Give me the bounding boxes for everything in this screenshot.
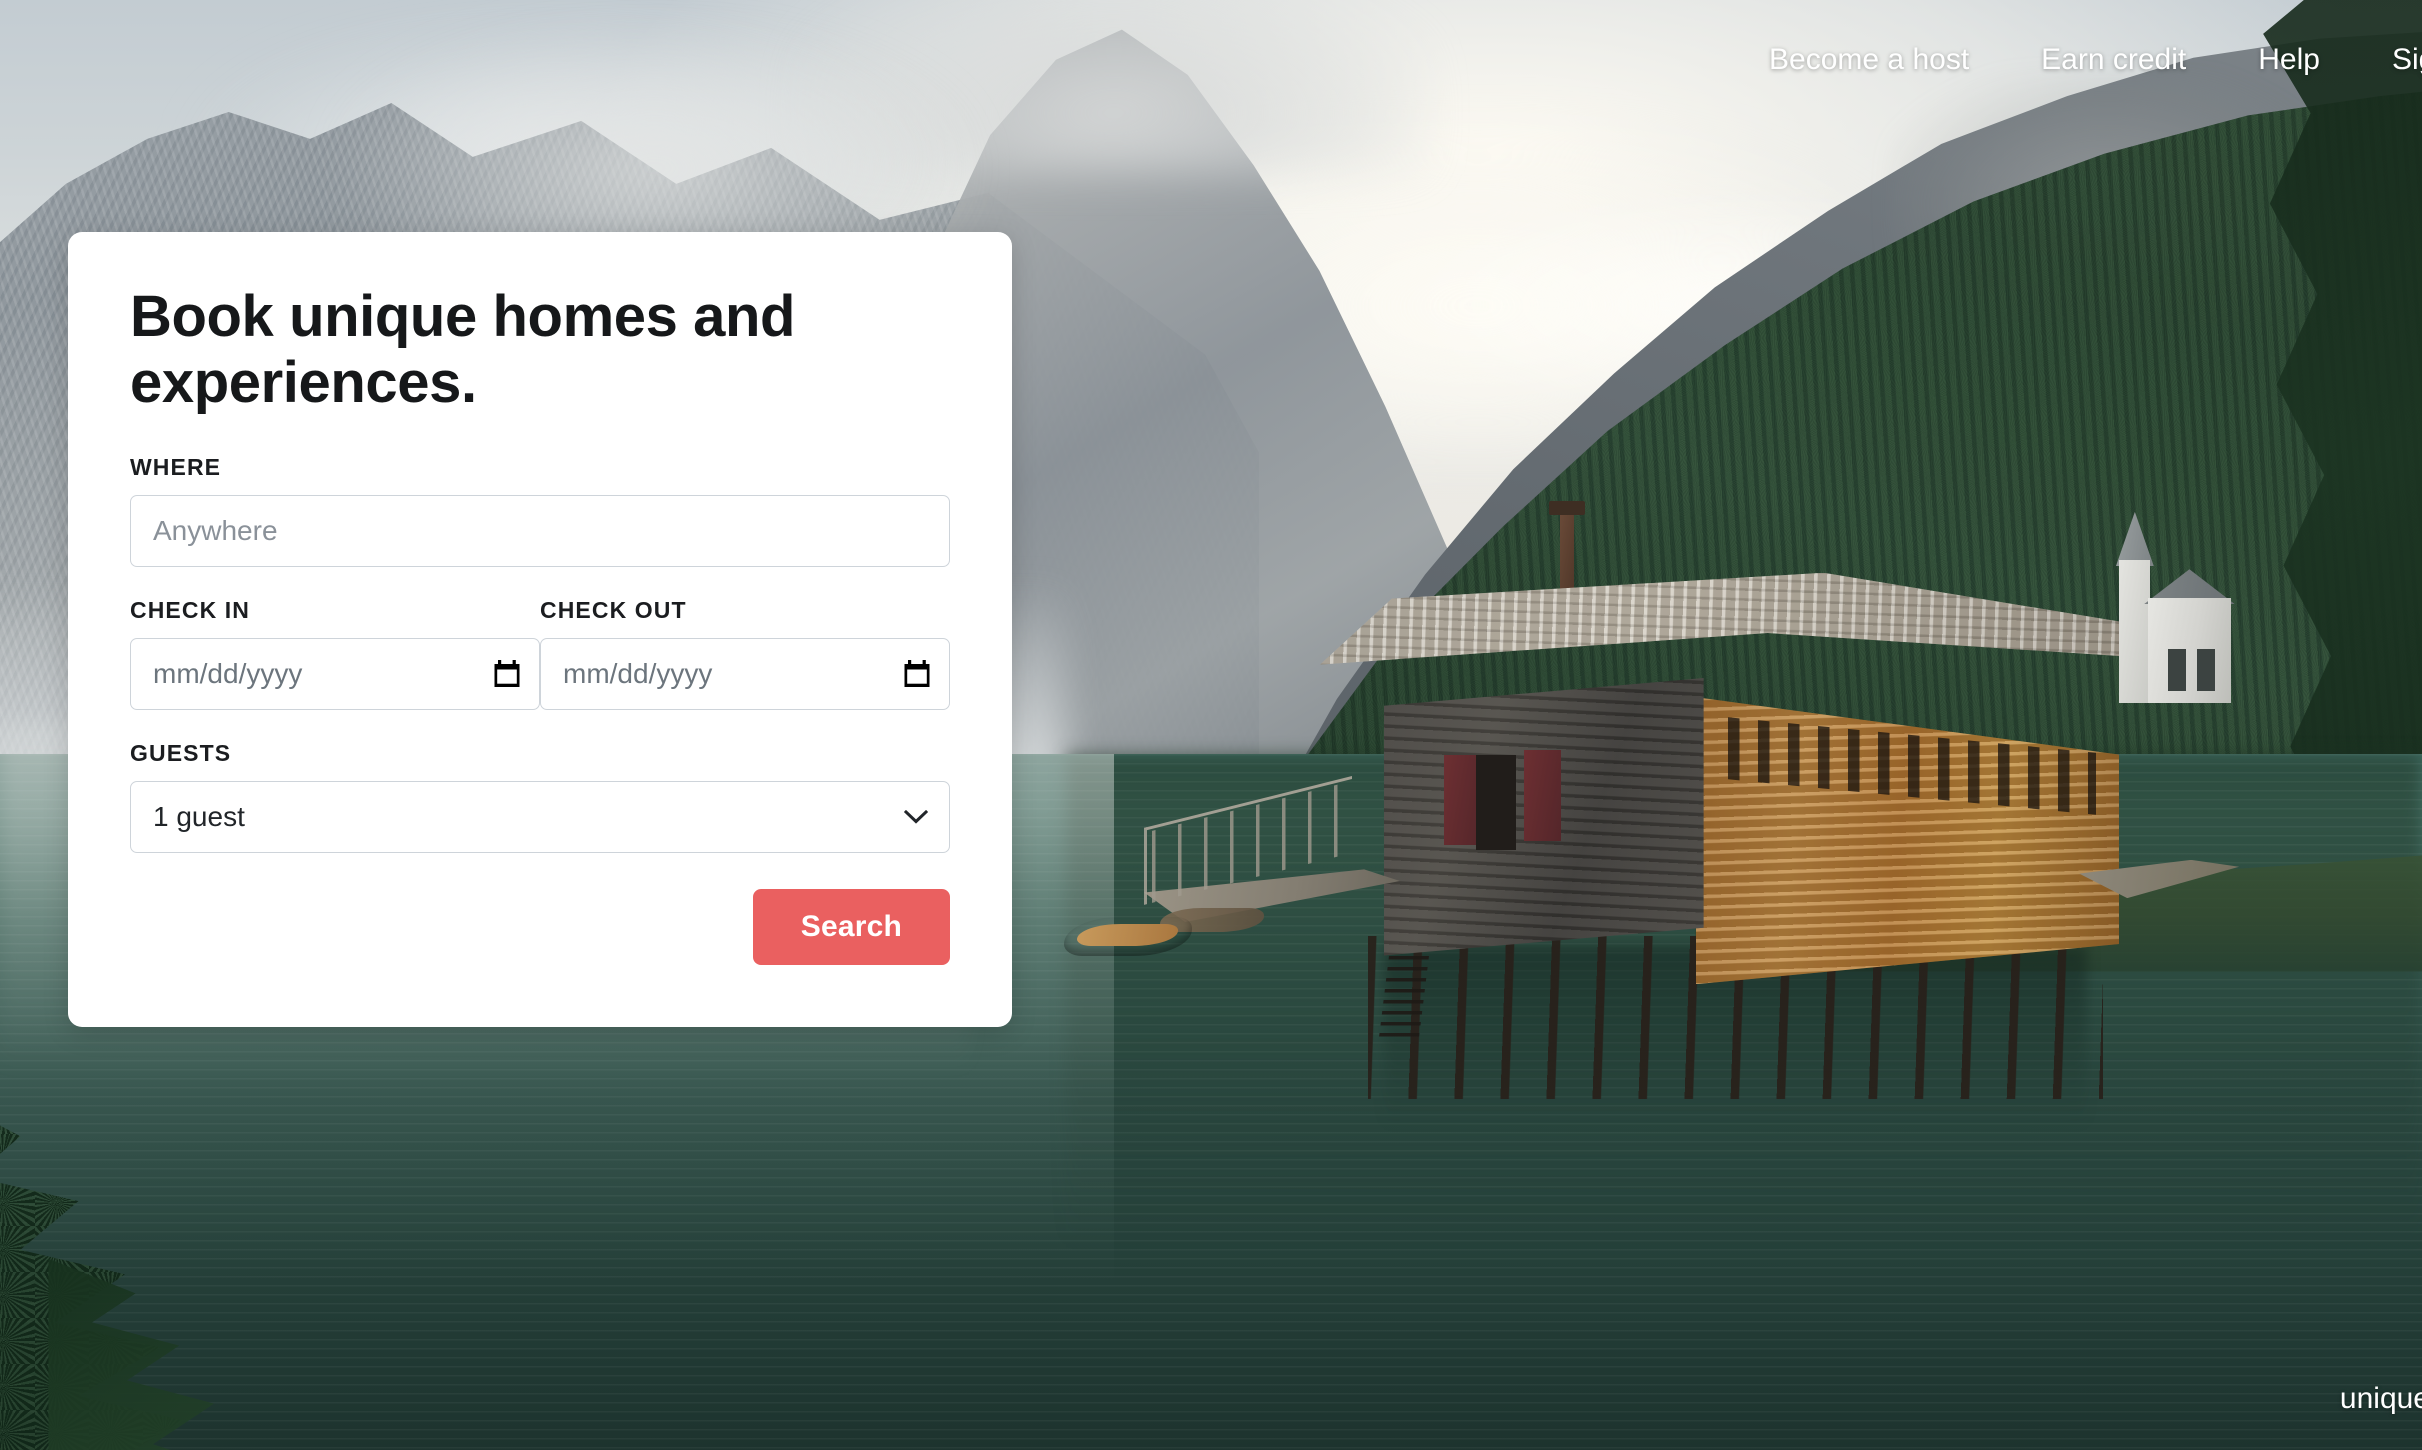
page-root: Become a host Earn credit Help Sign Book… xyxy=(0,0,2422,1450)
boathouse-window-dark xyxy=(1475,754,1516,851)
page-title: Book unique homes and experiences. xyxy=(130,284,796,416)
chapel-window xyxy=(2197,649,2216,691)
boathouse-shutter xyxy=(1523,749,1561,841)
boathouse xyxy=(1077,500,2240,1128)
check-in-group: CHECK IN mm/dd/yyyy xyxy=(130,597,540,711)
where-field-group: WHERE xyxy=(130,454,950,568)
nav-links: Become a host Earn credit Help Sign xyxy=(1733,45,2422,75)
nav-sign[interactable]: Sign xyxy=(2356,45,2422,75)
check-in-input[interactable]: mm/dd/yyyy xyxy=(130,638,540,711)
where-label: WHERE xyxy=(130,454,222,481)
chapel xyxy=(2115,511,2236,704)
calendar-icon[interactable] xyxy=(494,660,520,688)
chapel-body xyxy=(2148,597,2231,704)
check-out-placeholder-text: mm/dd/yyyy xyxy=(563,658,713,690)
guests-selected-value: 1 guest xyxy=(153,801,245,833)
check-out-wrapper: mm/dd/yyyy xyxy=(540,638,950,711)
guests-label: GUESTS xyxy=(130,740,232,767)
check-out-label: CHECK OUT xyxy=(540,597,687,624)
calendar-icon[interactable] xyxy=(904,660,930,688)
guests-select[interactable]: 1 guest xyxy=(130,781,950,854)
check-out-group: CHECK OUT mm/dd/yyyy xyxy=(540,597,950,711)
search-button-row: Search xyxy=(130,889,950,966)
boathouse-roof xyxy=(1319,572,2120,665)
search-card: Book unique homes and experiences. WHERE… xyxy=(68,232,1012,1028)
check-in-label: CHECK IN xyxy=(130,597,250,624)
guests-select-wrapper: 1 guest xyxy=(130,781,950,854)
check-in-wrapper: mm/dd/yyyy xyxy=(130,638,540,711)
boathouse-chimney-cap xyxy=(1548,500,1586,516)
check-out-input[interactable]: mm/dd/yyyy xyxy=(540,638,950,711)
where-input[interactable] xyxy=(130,495,950,568)
top-navigation: Become a host Earn credit Help Sign xyxy=(0,0,2422,120)
overflow-caption: unique xyxy=(2339,1382,2422,1415)
check-in-placeholder-text: mm/dd/yyyy xyxy=(153,658,303,690)
dates-field-group: CHECK IN mm/dd/yyyy CHECK OUT mm/dd/yyyy xyxy=(130,597,950,711)
nav-help[interactable]: Help xyxy=(2222,45,2356,75)
nav-become-a-host[interactable]: Become a host xyxy=(1733,45,2005,75)
chapel-tower xyxy=(2119,559,2151,704)
chapel-window xyxy=(2168,649,2187,691)
search-button[interactable]: Search xyxy=(752,889,950,966)
guests-field-group: GUESTS 1 guest xyxy=(130,740,950,854)
chevron-down-icon[interactable] xyxy=(904,810,928,824)
nav-earn-credit[interactable]: Earn credit xyxy=(2005,45,2222,75)
